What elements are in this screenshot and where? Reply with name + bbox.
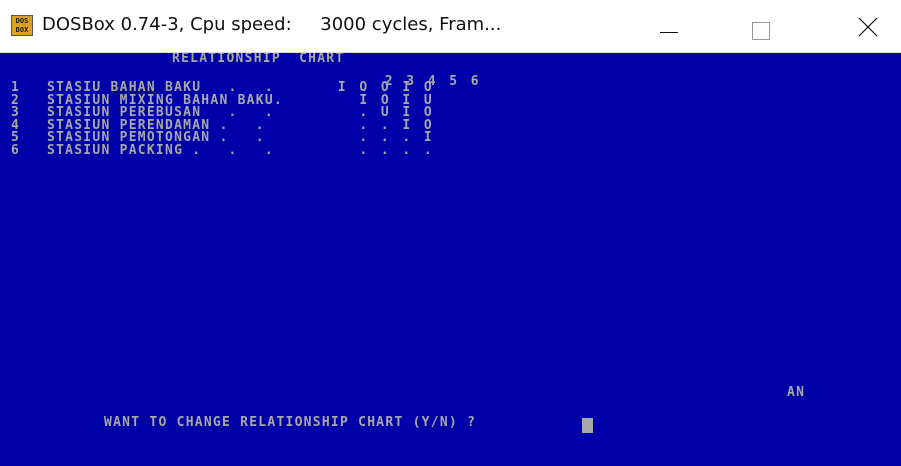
row-number: 6: [11, 142, 21, 158]
change-chart-prompt: WANT TO CHANGE RELATIONSHIP CHART (Y/N) …: [104, 415, 477, 430]
column-number: 6: [470, 73, 479, 89]
text-cursor[interactable]: [582, 418, 593, 433]
minimize-icon: [660, 32, 678, 33]
status-text: AN: [787, 385, 806, 400]
app-icon-bottom-text: BOX: [12, 26, 32, 35]
maximize-icon: [752, 22, 770, 40]
relation-cell: .: [423, 142, 432, 158]
app-icon-top-text: DOS: [12, 16, 32, 26]
station-name: STASIUN PACKING . . .: [47, 142, 274, 158]
relation-cell: .: [359, 142, 368, 158]
relation-cell: I: [337, 80, 346, 95]
dosbox-window: DOS BOX DOSBox 0.74-3, Cpu speed: 3000 c…: [0, 0, 901, 466]
title-bar[interactable]: DOS BOX DOSBox 0.74-3, Cpu speed: 3000 c…: [0, 0, 901, 53]
column-number: 5: [449, 73, 458, 89]
relation-cell: .: [402, 142, 411, 158]
close-button[interactable]: [846, 0, 892, 52]
close-icon: [858, 17, 878, 37]
chart-row: 6 STASIUN PACKING . . . . . . .: [11, 142, 432, 158]
window-title: DOSBox 0.74-3, Cpu speed: 3000 cycles, F…: [42, 14, 502, 35]
chart-title: RELATIONSHIP CHART: [172, 53, 345, 66]
dos-screen[interactable]: RELATIONSHIP CHART 23456 1 STASIU BAHAN …: [0, 53, 901, 466]
maximize-button[interactable]: [742, 0, 788, 52]
relation-cell: .: [380, 142, 389, 158]
minimize-button[interactable]: [650, 0, 696, 52]
dosbox-app-icon[interactable]: DOS BOX: [11, 15, 33, 36]
